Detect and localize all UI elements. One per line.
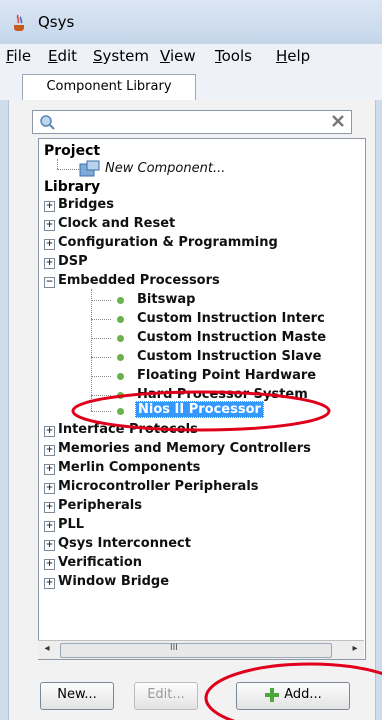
new-button[interactable]: New... bbox=[40, 682, 114, 710]
tree-connector bbox=[91, 300, 111, 301]
menu-tools-mnemonic: T bbox=[215, 47, 222, 65]
tree-item-floating-point-hardware[interactable]: Floating Point Hardware bbox=[137, 368, 316, 383]
tree-connector bbox=[91, 376, 111, 377]
tree-connector bbox=[91, 395, 111, 396]
expander-plus[interactable]: + bbox=[44, 464, 55, 475]
tree-item-clock-and-reset[interactable]: Clock and Reset bbox=[58, 216, 175, 231]
library-heading: Library bbox=[44, 179, 101, 195]
tree-connector bbox=[91, 411, 111, 412]
tree-connector bbox=[57, 169, 79, 170]
java-cup-icon bbox=[14, 14, 24, 31]
window-title: Qsys bbox=[38, 13, 75, 31]
expander-plus[interactable]: + bbox=[44, 258, 55, 269]
expander-plus[interactable]: + bbox=[44, 426, 55, 437]
menu-tools-rest: ools bbox=[221, 47, 252, 65]
tree-item-qsys-interconnect[interactable]: Qsys Interconnect bbox=[58, 536, 191, 551]
tree-item-bitswap[interactable]: Bitswap bbox=[137, 292, 195, 307]
expander-plus[interactable]: + bbox=[44, 483, 55, 494]
leaf-dot-icon bbox=[117, 354, 124, 361]
tree-connector bbox=[91, 289, 92, 411]
menu-system-rest: ystem bbox=[102, 47, 149, 65]
expander-minus[interactable]: − bbox=[44, 277, 55, 288]
menu-help[interactable]: Help bbox=[276, 47, 310, 65]
scroll-thumb[interactable] bbox=[60, 643, 332, 658]
tree-item-window-bridge[interactable]: Window Bridge bbox=[58, 574, 169, 589]
tree-item-custom-instruction-interconnect[interactable]: Custom Instruction Interc bbox=[137, 311, 325, 326]
tree-item-new-component[interactable]: New Component... bbox=[105, 161, 225, 176]
component-icon bbox=[79, 160, 100, 177]
menu-help-mnemonic: H bbox=[276, 47, 288, 65]
expander-plus[interactable]: + bbox=[44, 540, 55, 551]
menu-view[interactable]: View bbox=[160, 47, 196, 65]
search-input[interactable] bbox=[32, 110, 352, 134]
tree-item-peripherals[interactable]: Peripherals bbox=[58, 498, 142, 513]
leaf-dot-icon bbox=[117, 373, 124, 380]
tree-connector bbox=[91, 338, 111, 339]
tree-connector bbox=[57, 159, 58, 169]
leaf-dot-icon bbox=[117, 408, 124, 415]
menu-edit-rest: dit bbox=[57, 47, 78, 65]
tree-item-microcontroller-peripherals[interactable]: Microcontroller Peripherals bbox=[58, 479, 259, 494]
clear-icon[interactable] bbox=[331, 114, 345, 128]
project-heading: Project bbox=[44, 143, 101, 159]
tree-item-verification[interactable]: Verification bbox=[58, 555, 142, 570]
scroll-right-icon[interactable]: ▸ bbox=[348, 643, 362, 657]
menu-bar: File Edit System View Tools Help bbox=[0, 44, 382, 68]
tree-item-merlin-components[interactable]: Merlin Components bbox=[58, 460, 200, 475]
tree-item-hard-processor-system[interactable]: Hard Processor System bbox=[137, 387, 308, 402]
menu-help-rest: elp bbox=[287, 47, 311, 65]
menu-file-mnemonic: F bbox=[6, 47, 14, 65]
menu-tools[interactable]: Tools bbox=[215, 47, 252, 65]
expander-plus[interactable]: + bbox=[44, 201, 55, 212]
tab-component-library[interactable]: Component Library bbox=[22, 74, 196, 101]
expander-plus[interactable]: + bbox=[44, 578, 55, 589]
plus-icon bbox=[265, 687, 280, 702]
expander-plus[interactable]: + bbox=[44, 559, 55, 570]
menu-file[interactable]: File bbox=[6, 47, 31, 65]
tab-row: Component Library bbox=[0, 68, 382, 101]
tree-item-dsp[interactable]: DSP bbox=[58, 254, 88, 269]
tree-item-configuration-programming[interactable]: Configuration & Programming bbox=[58, 235, 278, 250]
tree-item-embedded-processors[interactable]: Embedded Processors bbox=[58, 273, 220, 288]
scroll-left-icon[interactable]: ◂ bbox=[40, 643, 54, 657]
tree-item-custom-instruction-slave[interactable]: Custom Instruction Slave bbox=[137, 349, 321, 364]
tree-item-nios-ii-processor[interactable]: Nios II Processor bbox=[135, 401, 264, 418]
menu-view-mnemonic: V bbox=[160, 47, 170, 65]
menu-file-rest: ile bbox=[13, 47, 32, 65]
add-button[interactable]: Add... bbox=[236, 682, 350, 710]
menu-system[interactable]: System bbox=[93, 47, 149, 65]
expander-plus[interactable]: + bbox=[44, 220, 55, 231]
add-button-label: Add... bbox=[284, 687, 322, 702]
tree-item-custom-instruction-master[interactable]: Custom Instruction Maste bbox=[137, 330, 326, 345]
expander-plus[interactable]: + bbox=[44, 521, 55, 532]
leaf-dot-icon bbox=[117, 316, 124, 323]
tree-connector bbox=[91, 319, 111, 320]
edit-button[interactable]: Edit... bbox=[134, 682, 198, 710]
search-icon bbox=[40, 115, 55, 130]
tree-connector bbox=[91, 357, 111, 358]
tree-item-interface-protocols[interactable]: Interface Protocols bbox=[58, 422, 198, 437]
leaf-dot-icon bbox=[117, 392, 124, 399]
tree-item-bridges[interactable]: Bridges bbox=[58, 197, 114, 212]
expander-plus[interactable]: + bbox=[44, 445, 55, 456]
leaf-dot-icon bbox=[117, 297, 124, 304]
tree-item-memories-and-memory-controllers[interactable]: Memories and Memory Controllers bbox=[58, 441, 311, 456]
menu-system-mnemonic: S bbox=[93, 47, 103, 65]
expander-plus[interactable]: + bbox=[44, 239, 55, 250]
leaf-dot-icon bbox=[117, 335, 124, 342]
menu-view-rest: iew bbox=[169, 47, 196, 65]
title-bar: Qsys bbox=[0, 0, 382, 44]
horizontal-scrollbar[interactable]: ◂ III ▸ bbox=[38, 640, 364, 659]
menu-edit[interactable]: Edit bbox=[48, 47, 77, 65]
component-tree[interactable]: Project New Component... Library + Bridg… bbox=[38, 138, 366, 660]
expander-plus[interactable]: + bbox=[44, 502, 55, 513]
tree-item-pll[interactable]: PLL bbox=[58, 517, 84, 532]
scroll-grip: III bbox=[170, 643, 178, 653]
